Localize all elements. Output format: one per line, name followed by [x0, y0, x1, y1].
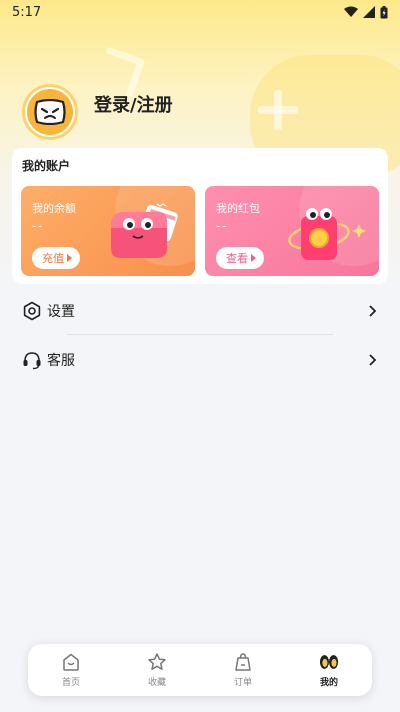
- tab-home[interactable]: 首页: [28, 644, 114, 696]
- red-packet-label: 我的红包: [216, 202, 260, 215]
- star-icon: [147, 652, 167, 672]
- menu-item-customer-service[interactable]: 客服: [22, 345, 378, 375]
- play-arrow-icon: [251, 254, 256, 262]
- status-bar: 5:17: [0, 0, 400, 24]
- recharge-button[interactable]: 充值: [32, 247, 80, 269]
- red-packet-illustration: [288, 208, 366, 260]
- red-packet-value: --: [216, 219, 228, 234]
- wifi-icon: [344, 6, 358, 17]
- status-time: 5:17: [12, 4, 42, 20]
- eyes-icon: [319, 652, 339, 672]
- avatar-image: [27, 89, 73, 135]
- account-title: 我的账户: [22, 159, 71, 173]
- menu-divider: [67, 334, 333, 335]
- view-button-label: 查看: [226, 252, 248, 265]
- tab-orders-label: 订单: [233, 678, 252, 688]
- wallet-illustration: [111, 203, 178, 258]
- settings-label: 设置: [47, 304, 75, 320]
- signal-icon: [363, 6, 375, 18]
- decorative-plus: [258, 90, 298, 130]
- balance-value: --: [32, 219, 44, 234]
- red-packet-card[interactable]: 我的红包 -- 查看: [205, 186, 379, 276]
- game-face-icon: [34, 99, 66, 125]
- tab-mine[interactable]: 我的: [286, 644, 372, 696]
- settings-icon: [22, 301, 42, 321]
- status-icons: [344, 5, 388, 19]
- login-register-link[interactable]: 登录/注册: [94, 91, 173, 117]
- chevron-right-icon: [368, 304, 378, 318]
- tab-favorites-label: 收藏: [147, 678, 166, 688]
- balance-label: 我的余额: [32, 202, 76, 215]
- tab-mine-label: 我的: [319, 678, 338, 688]
- battery-icon: [380, 5, 388, 18]
- menu-item-settings[interactable]: 设置: [22, 296, 378, 326]
- tab-favorites[interactable]: 收藏: [114, 644, 200, 696]
- customer-service-label: 客服: [47, 353, 75, 369]
- view-button[interactable]: 查看: [216, 247, 264, 269]
- play-arrow-icon: [67, 254, 72, 262]
- order-bag-icon: [233, 652, 253, 672]
- home-icon: [61, 652, 81, 672]
- recharge-button-label: 充值: [42, 252, 64, 265]
- balance-card[interactable]: 我的余额 -- 充值: [21, 186, 195, 276]
- bottom-nav: 首页 收藏 订单 我的: [28, 644, 372, 696]
- avatar[interactable]: [22, 84, 78, 140]
- account-card: 我的账户 我的余额 -- 充值 我的红包 -- 查看: [12, 148, 388, 284]
- tab-home-label: 首页: [61, 678, 80, 688]
- chevron-right-icon: [368, 353, 378, 367]
- tab-orders[interactable]: 订单: [200, 644, 286, 696]
- headset-icon: [22, 350, 42, 370]
